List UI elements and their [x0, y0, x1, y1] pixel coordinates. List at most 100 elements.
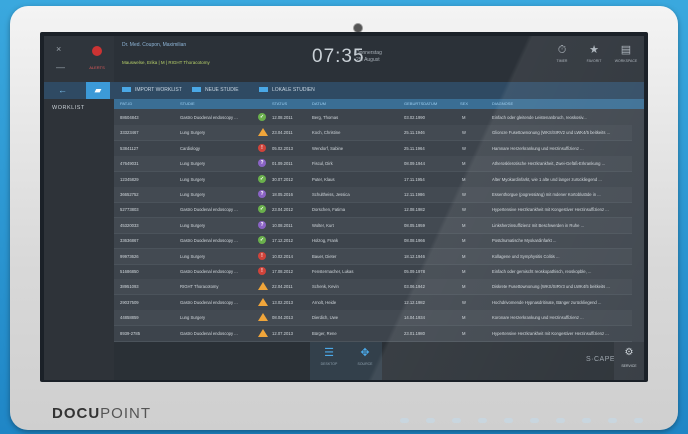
col-header-sex[interactable]: SEX — [460, 101, 468, 106]
col-header-pat-id[interactable]: PAT-ID — [120, 101, 132, 106]
status-red-icon: ! — [258, 251, 266, 260]
alert-label: ALERTS — [89, 65, 105, 70]
hardware-button[interactable] — [530, 418, 539, 423]
cell-name: Fenstermacher, Lukas — [312, 269, 354, 274]
cell-date: 23.04.2011 — [272, 130, 293, 136]
timer-label: TIMER — [556, 59, 568, 63]
cell-date: 23.04.2012 — [272, 207, 293, 213]
cell-id: 33323467 — [120, 130, 139, 136]
favorite-button[interactable]: ★ FAVORIT — [578, 44, 610, 63]
cell-dob: 05.09.1978 — [404, 269, 425, 274]
cell-name: Dorschen, Fatima — [312, 207, 346, 213]
col-header-status[interactable]: STATUS — [272, 101, 287, 106]
table-row[interactable]: 44858859 Lung Surgery 08.04.2013 Dierdich, … — [114, 310, 632, 327]
cell-study: Gastro Duodenal endoscopy ... — [180, 115, 238, 120]
cell-dob: 23.01.1980 — [404, 330, 425, 336]
cell-id: 36652752 — [120, 192, 139, 197]
cell-name: Puter, Klaus — [312, 176, 335, 182]
table-row[interactable]: 12345829 Lung Surgery 30.07.2012 Puter, Kla… — [114, 172, 632, 188]
status-green-icon: ✓ — [258, 205, 266, 214]
cell-study: Gastro Duodenal endoscopy ... — [180, 207, 238, 213]
table-row[interactable]: 29037509 Gastro Duodenal endoscopy ... 13.… — [114, 295, 632, 311]
settings-button[interactable]: ⚙ SERVICE — [614, 342, 644, 380]
cell-diag: Linksherzinsuffizienz mit Beschwerden in… — [492, 222, 585, 228]
cell-name: Schultheiss, Jessica — [312, 192, 350, 197]
cell-diag: Essenthorgue (pogressiäng) mit mdener Ko… — [492, 192, 601, 197]
cell-date: 18.05.2016 — [272, 192, 293, 197]
table-row[interactable]: 38951093 RIGHT Thoracotomy 22.04.2011 Schen… — [114, 279, 632, 296]
table-row[interactable]: 53841127 Cardiology 05.02.2013 Wendorf, Sab… — [114, 141, 632, 157]
cell-sex: W — [462, 130, 466, 136]
status-purple-icon: ? — [258, 159, 266, 168]
table-row[interactable]: 47649031 Lung Surgery 01.09.2011 Fiscul, Di… — [114, 156, 632, 173]
col-header-dob[interactable]: GEBURTSDATUM — [404, 101, 437, 106]
col-header-diagnosis[interactable]: DIAGNOSE — [492, 101, 513, 106]
hardware-button[interactable] — [582, 418, 591, 423]
cell-name: Bauer, Dieter — [312, 253, 337, 259]
table-row[interactable]: 8939-2785 Gastro Duodenal endoscopy ... 12… — [114, 326, 632, 342]
table-row[interactable]: 51686850 Gastro Duodenal endoscopy ... 17.… — [114, 264, 632, 280]
new-study-button[interactable]: NEUE STUDIE — [192, 87, 239, 93]
app-screen: × — ALERTS Dr. Med. Coupon, Maximilian M… — [44, 36, 644, 380]
close-icon[interactable]: × — [56, 44, 61, 54]
cell-name: Bürger, Rene — [312, 330, 337, 336]
desktop-button[interactable]: ☰ DESKTOP — [314, 346, 344, 366]
new-study-label: NEUE STUDIE — [205, 87, 239, 93]
cell-study: Lung Surgery — [180, 253, 206, 259]
status-green-icon: ✓ — [258, 174, 266, 183]
hardware-button[interactable] — [452, 418, 461, 423]
cell-id: 47649031 — [120, 161, 139, 167]
workspace-button[interactable]: ▤ WORKSPACE — [610, 44, 642, 63]
folder-button[interactable]: ▰ — [86, 82, 110, 99]
workspace-icon: ▤ — [620, 44, 632, 56]
table-row[interactable]: 33323467 Lung Surgery 23.04.2011 Koch, Chri… — [114, 125, 632, 142]
table-row[interactable]: 99973626 Lung Surgery 10.02.2014 Bauer, Die… — [114, 248, 632, 265]
cell-date: 13.02.2013 — [272, 299, 293, 305]
hardware-button[interactable] — [478, 418, 487, 423]
cell-id: 53841127 — [120, 145, 139, 151]
table-row[interactable]: 52773803 Gastro Duodenal endoscopy ... 23.… — [114, 202, 632, 219]
cell-date: 10.08.2011 — [272, 222, 293, 228]
hardware-button[interactable] — [504, 418, 513, 423]
local-studies-button[interactable]: LOKALE STUDIEN — [259, 87, 315, 93]
cell-study: Lung Surgery — [180, 161, 206, 167]
sidebar-item-worklist[interactable]: WORKLIST — [52, 105, 85, 111]
cell-id: 88604843 — [120, 115, 139, 120]
hardware-button[interactable] — [400, 418, 409, 423]
sources-button[interactable]: ✥ SOURCE — [350, 346, 380, 366]
table-row[interactable]: 45320033 Lung Surgery 10.08.2011 Wolter, Ku… — [114, 217, 632, 234]
cell-diag: Einfach oder gleitende Leistenanbruch, r… — [492, 115, 587, 120]
minimize-icon[interactable]: — — [56, 62, 65, 72]
cell-sex: M — [462, 238, 466, 244]
timer-button[interactable]: ⏱ TIMER — [546, 44, 578, 63]
col-header-study[interactable]: STUDIE — [180, 101, 195, 106]
hardware-button[interactable] — [634, 418, 643, 423]
status-red-icon: ! — [258, 267, 266, 275]
cell-dob: 12.12.1982 — [404, 299, 425, 305]
cell-name: Fiscul, Dirk — [312, 161, 333, 167]
hardware-button[interactable] — [556, 418, 565, 423]
cell-diag: Einfach oder gemischt reoskopathisch, re… — [492, 269, 592, 274]
favorite-label: FAVORIT — [586, 59, 602, 63]
table-row[interactable]: 88604843 Gastro Duodenal endoscopy ... 12.… — [114, 110, 632, 126]
table-row[interactable]: 36652752 Lung Surgery 18.05.2016 Schultheis… — [114, 187, 632, 203]
cell-date: 30.07.2012 — [272, 176, 293, 182]
hardware-button[interactable] — [426, 418, 435, 423]
cell-study: Lung Surgery — [180, 130, 206, 136]
table-row[interactable]: 33636867 Gastro Duodenal endoscopy ... 17.… — [114, 233, 632, 250]
hardware-button[interactable] — [608, 418, 617, 423]
cell-study: Cardiology — [180, 145, 201, 151]
sidebar: WORKLIST — [44, 99, 114, 380]
cell-id: 8939-2785 — [120, 330, 141, 336]
col-header-date[interactable]: DATUM — [312, 101, 326, 106]
cell-dob: 03.02.1990 — [404, 115, 425, 120]
cell-diag: Kollagene und Symphysitis Colitis ... — [492, 253, 560, 259]
cell-id: 51686850 — [120, 269, 139, 274]
cell-dob: 12.11.1986 — [404, 192, 425, 197]
cell-name: Dierdich, Uwe — [312, 315, 339, 321]
alert-button[interactable]: ALERTS — [80, 40, 114, 80]
back-arrow-icon[interactable]: ← — [58, 85, 67, 95]
cell-date: 10.02.2014 — [272, 253, 293, 259]
import-worklist-button[interactable]: IMPORT WORKLIST — [122, 87, 182, 93]
brand-name-bold: DOCU — [52, 405, 101, 422]
